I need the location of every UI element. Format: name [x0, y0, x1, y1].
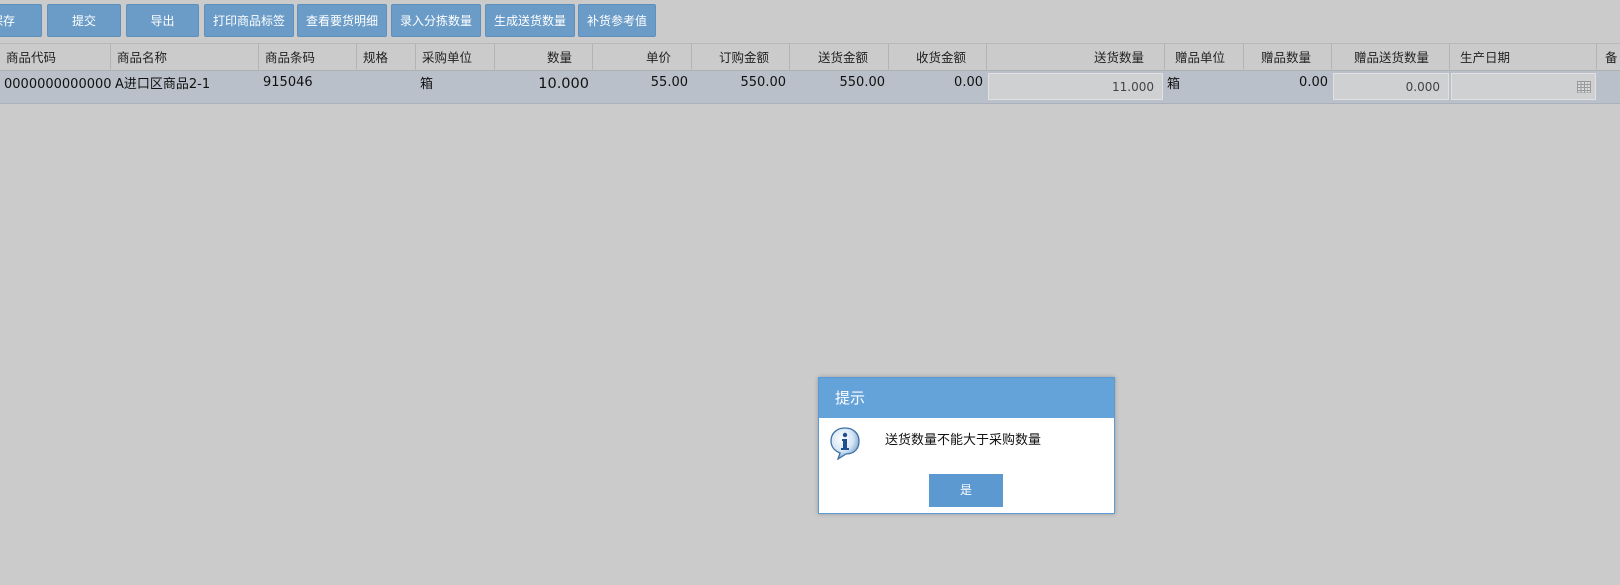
col-header-gift-delivery-qty[interactable]: 赠品送货数量	[1332, 44, 1450, 71]
col-header-remark[interactable]: 备	[1597, 44, 1620, 71]
grid-header: 商品代码 商品名称 商品条码 规格 采购单位 数量 单价 订购金额 送货金额 收…	[0, 43, 1620, 71]
cell-unit: 箱	[420, 77, 434, 92]
cell-receive-amount: 0.00	[954, 75, 983, 90]
cell-barcode: 915046	[263, 75, 313, 90]
col-header-unit[interactable]: 采购单位	[416, 44, 495, 71]
submit-button[interactable]: 提交	[47, 4, 121, 37]
alert-dialog: 提示 送货数量不能大于采购数量 是	[818, 377, 1115, 514]
dialog-ok-button[interactable]: 是	[929, 474, 1003, 507]
cell-order-amount: 550.00	[740, 75, 787, 90]
toolbar: 保存 提交 导出 打印商品标签 查看要货明细 录入分拣数量 生成送货数量 补货参…	[0, 0, 1620, 42]
col-header-receive-amount[interactable]: 收货金额	[889, 44, 987, 71]
info-bubble-icon	[830, 427, 860, 460]
col-header-barcode[interactable]: 商品条码	[259, 44, 357, 71]
cell-spec	[357, 71, 416, 103]
delivery-qty-input[interactable]: 11.000	[988, 73, 1163, 100]
calendar-icon[interactable]	[1577, 81, 1591, 93]
generate-delivery-qty-button[interactable]: 生成送货数量	[485, 4, 575, 37]
col-header-delivery-amount[interactable]: 送货金额	[790, 44, 889, 71]
col-header-gift-qty[interactable]: 赠品数量	[1244, 44, 1332, 71]
cell-delivery-amount: 550.00	[839, 75, 886, 90]
cell-gift-qty: 0.00	[1299, 75, 1328, 90]
dialog-title[interactable]: 提示	[819, 378, 1114, 418]
col-header-code[interactable]: 商品代码	[0, 44, 111, 71]
table-row[interactable]: 000000000000004 A进口区商品2-1 915046 箱 10.00…	[0, 71, 1620, 104]
col-header-spec[interactable]: 规格	[357, 44, 416, 71]
col-header-qty[interactable]: 数量	[495, 44, 593, 71]
cell-qty: 10.000	[538, 76, 589, 92]
save-button[interactable]: 保存	[0, 4, 42, 37]
view-request-detail-button[interactable]: 查看要货明细	[297, 4, 387, 37]
col-header-production-date[interactable]: 生产日期	[1450, 44, 1597, 71]
print-label-button[interactable]: 打印商品标签	[204, 4, 294, 37]
col-header-order-amount[interactable]: 订购金额	[692, 44, 790, 71]
col-header-name[interactable]: 商品名称	[111, 44, 259, 71]
enter-sorting-qty-button[interactable]: 录入分拣数量	[391, 4, 481, 37]
cell-price: 55.00	[650, 75, 688, 90]
production-date-input[interactable]	[1451, 73, 1596, 100]
col-header-delivery-qty[interactable]: 送货数量	[987, 44, 1165, 71]
col-header-price[interactable]: 单价	[593, 44, 692, 71]
cell-code: 000000000000004	[4, 77, 111, 92]
export-button[interactable]: 导出	[126, 4, 199, 37]
gift-delivery-qty-input[interactable]: 0.000	[1333, 73, 1449, 100]
dialog-message: 送货数量不能大于采购数量	[885, 433, 1042, 448]
cell-gift-unit: 箱	[1167, 77, 1181, 92]
replenish-reference-button[interactable]: 补货参考值	[578, 4, 656, 37]
cell-name: A进口区商品2-1	[115, 77, 211, 92]
col-header-gift-unit[interactable]: 赠品单位	[1165, 44, 1244, 71]
